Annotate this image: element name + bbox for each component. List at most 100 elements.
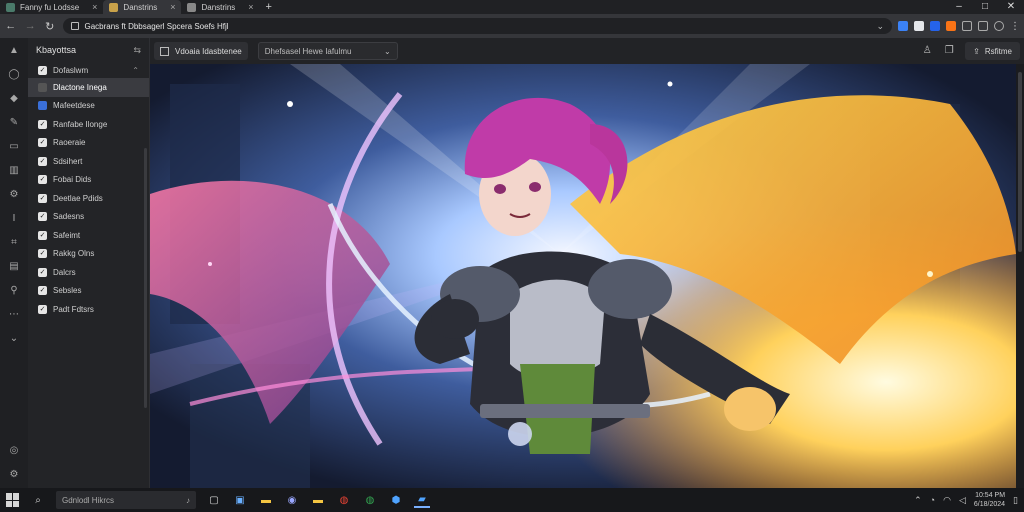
taskbar-search[interactable]: Gdnlodl Hikrcs ♪ — [56, 491, 196, 509]
extension-icon[interactable] — [898, 21, 909, 31]
new-tab-icon[interactable]: + — [260, 1, 278, 13]
close-icon[interactable]: ✕ — [998, 0, 1024, 14]
network-icon[interactable]: ◔ — [930, 495, 935, 505]
notifications-icon[interactable]: ▯ — [1013, 495, 1018, 506]
volume-icon[interactable]: ◁ — [959, 495, 966, 506]
sidebar-item[interactable]: ✓ Sebsles — [28, 282, 149, 301]
sidebar-scrollbar[interactable] — [144, 148, 147, 408]
sidebar-item[interactable]: Dlactone Inega — [28, 78, 149, 97]
sidebar-item[interactable]: ✓ Rakkg Olns — [28, 245, 149, 264]
frame-icon[interactable]: ▭ — [7, 140, 21, 154]
user-icon[interactable]: ♙ — [921, 45, 933, 57]
gallery-icon[interactable]: ▤ — [7, 260, 21, 274]
sidebar-item[interactable]: ✓ Safeimt — [28, 226, 149, 245]
preset-select[interactable]: Dhefsasel Hewe Iafulmu ⌄ — [257, 42, 398, 60]
logo-icon[interactable]: ▲ — [7, 44, 21, 58]
checkbox-icon[interactable]: ✓ — [38, 175, 47, 185]
checkbox-icon[interactable]: ✓ — [38, 156, 47, 166]
layers-icon[interactable]: ◆ — [7, 92, 21, 106]
close-tab-icon[interactable]: × — [92, 2, 97, 12]
task-view-icon[interactable]: ▢ — [206, 492, 222, 508]
back-icon[interactable]: ← — [4, 20, 18, 32]
reload-icon[interactable]: ↻ — [43, 20, 57, 33]
sidebar-item[interactable]: ✓ Padt Fdtsrs — [28, 300, 149, 319]
clock[interactable]: 10:54 PM 6/18/2024 — [974, 491, 1005, 509]
tab-favicon-icon — [187, 2, 197, 12]
checkbox-icon[interactable]: ✓ — [38, 119, 47, 129]
search-icon[interactable]: ⌕ — [30, 492, 46, 508]
chevron-up-icon[interactable]: ⌃ — [132, 66, 139, 75]
maximize-icon[interactable]: □ — [972, 0, 998, 14]
checkbox-icon[interactable] — [38, 82, 47, 92]
scroll-thumb[interactable] — [1018, 72, 1022, 252]
active-app-icon[interactable]: ▰ — [414, 492, 430, 508]
minimize-icon[interactable]: – — [946, 0, 972, 14]
sidebar-item[interactable]: ✓ Raoeraie — [28, 134, 149, 153]
checkbox-icon[interactable]: ✓ — [38, 138, 47, 148]
lock-icon[interactable] — [978, 21, 989, 31]
profile-icon[interactable] — [994, 21, 1005, 31]
wifi-icon[interactable]: ◠ — [943, 495, 951, 506]
checkbox-icon[interactable]: ✓ — [38, 230, 47, 240]
folder-icon[interactable]: ▬ — [258, 492, 274, 508]
app-icon[interactable]: ⬢ — [388, 492, 404, 508]
tab-strip: Fanny fu Lodsse × Danstrins × Danstrins … — [0, 0, 1024, 14]
more-icon[interactable]: ⋯ — [7, 308, 21, 322]
sidebar-group[interactable]: ✓ Dofaslwm ⌃ — [28, 62, 149, 78]
close-tab-icon[interactable]: × — [248, 2, 253, 12]
menu-icon[interactable]: ⋮ — [1010, 21, 1020, 32]
share-button[interactable]: ⇪ Rsfitme — [965, 42, 1020, 60]
checkbox-icon[interactable]: ✓ — [38, 249, 47, 259]
adjust-icon[interactable]: ⚲ — [7, 284, 21, 298]
tab-3[interactable]: Danstrins × — [181, 0, 259, 14]
image-canvas[interactable] — [150, 64, 1016, 488]
checkbox-icon[interactable]: ✓ — [38, 304, 47, 314]
chevron-up-icon[interactable]: ⌃ — [914, 495, 922, 506]
checkbox-icon[interactable]: ✓ — [38, 193, 47, 203]
forward-icon[interactable]: → — [24, 20, 38, 32]
close-tab-icon[interactable]: × — [170, 2, 175, 12]
panel-icon[interactable]: ▥ — [7, 164, 21, 178]
chat-icon[interactable]: ◯ — [7, 68, 21, 82]
chrome-icon[interactable]: ◍ — [336, 492, 352, 508]
gear-icon[interactable]: ⚙ — [7, 468, 21, 482]
sidebar-item[interactable]: ✓ Sadesns — [28, 208, 149, 227]
checkbox-icon[interactable]: ✓ — [38, 267, 47, 277]
folder-icon[interactable] — [962, 21, 973, 31]
copy-icon[interactable]: ❐ — [943, 45, 955, 57]
media-icon[interactable]: ◉ — [284, 492, 300, 508]
sidebar-item[interactable]: ✓ Sdsihert — [28, 152, 149, 171]
sidebar-item[interactable]: ✓ Fobai Dids — [28, 171, 149, 190]
checkbox-icon[interactable]: ✓ — [38, 286, 47, 296]
checkbox-icon[interactable] — [38, 101, 47, 111]
check-icon[interactable]: ✓ — [38, 65, 47, 75]
extension-icon[interactable] — [946, 21, 957, 31]
microphone-icon[interactable]: ♪ — [186, 496, 190, 505]
help-icon[interactable]: ◎ — [7, 444, 21, 458]
clock-date: 6/18/2024 — [973, 501, 1006, 508]
settings-icon[interactable]: ⚙ — [7, 188, 21, 202]
tab-favicon-icon — [6, 2, 15, 12]
address-bar[interactable]: Gacbrans ft Dbbsagerl Spcera Soefs Hfjl … — [62, 18, 893, 34]
sidebar-item[interactable]: ✓ Deetlae Pdids — [28, 189, 149, 208]
extension-icon[interactable] — [930, 21, 941, 31]
chrome-icon[interactable]: ◍ — [362, 492, 378, 508]
canvas-scrollbar[interactable] — [1016, 64, 1024, 488]
sidebar-item[interactable]: ✓ Ranfabe Ilonge — [28, 115, 149, 134]
crop-icon[interactable]: ⌗ — [7, 236, 21, 250]
sidebar-item[interactable]: Mafeetdese — [28, 97, 149, 116]
sidebar-item[interactable]: ✓ Dalcrs — [28, 263, 149, 282]
collapse-icon[interactable]: ⇆ — [133, 45, 141, 56]
tab-1[interactable]: Fanny fu Lodsse × — [0, 0, 103, 14]
checkbox-icon[interactable]: ✓ — [38, 212, 47, 222]
windows-start-icon[interactable] — [6, 493, 20, 507]
chevron-down-icon[interactable]: ⌄ — [876, 21, 884, 32]
type-icon[interactable]: Ⅰ — [7, 212, 21, 226]
store-icon[interactable]: ▣ — [232, 492, 248, 508]
file-explorer-icon[interactable]: ▬ — [310, 492, 326, 508]
project-button[interactable]: Vdoaia Idasbtenee — [154, 42, 248, 60]
tab-2[interactable]: Danstrins × — [103, 0, 182, 14]
chevron-down-icon[interactable]: ⌄ — [7, 332, 21, 346]
extension-icon[interactable] — [914, 21, 925, 31]
brush-icon[interactable]: ✎ — [7, 116, 21, 130]
